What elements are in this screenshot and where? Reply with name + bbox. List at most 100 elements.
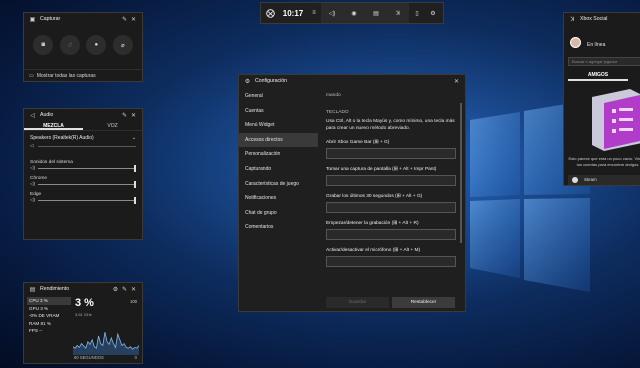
xbox-social-icon: ꓘ bbox=[570, 16, 575, 23]
nav-item[interactable]: General bbox=[239, 89, 318, 104]
settings-icon: ⚙ bbox=[244, 78, 251, 85]
performance-widget: ▤ Rendimiento ⚙ ✎ ✕ CPU 3 % GPU 3 % -0% … bbox=[23, 282, 143, 364]
speaker-icon: ◁) bbox=[30, 197, 35, 202]
gallery-icon[interactable]: ▯ bbox=[409, 3, 425, 23]
graph-max: 100 bbox=[130, 299, 137, 304]
shortcut-input[interactable] bbox=[326, 229, 456, 240]
tab-friends[interactable]: AMIGOS bbox=[568, 71, 628, 81]
slider-thumb[interactable] bbox=[134, 180, 136, 188]
steam-icon bbox=[572, 177, 578, 183]
pin-icon[interactable]: ✎ bbox=[120, 286, 129, 293]
close-icon[interactable]: ✕ bbox=[452, 78, 461, 85]
shortcut-input[interactable] bbox=[326, 175, 456, 186]
xbox-social-icon[interactable]: ꓘ bbox=[387, 3, 409, 23]
avatar[interactable] bbox=[570, 37, 581, 48]
settings-nav: General Cuentas Menú Widget Accesos dire… bbox=[239, 89, 318, 235]
nav-item[interactable]: Notificaciones bbox=[239, 191, 318, 206]
performance-titlebar: ▤ Rendimiento ⚙ ✎ ✕ bbox=[24, 283, 142, 295]
performance-icon: ▤ bbox=[29, 286, 36, 293]
start-recording-button[interactable]: ● bbox=[86, 35, 107, 55]
settings-window: ⚙ Configuración ✕ General Cuentas Menú W… bbox=[238, 74, 466, 312]
pin-icon[interactable]: ✎ bbox=[120, 112, 129, 119]
microphone-button[interactable]: ⌀ bbox=[112, 35, 133, 55]
performance-title: Rendimiento bbox=[40, 286, 70, 292]
shortcut-label: Empezar/detener la grabación (⊞ + Alt + … bbox=[326, 221, 419, 226]
close-icon[interactable]: ✕ bbox=[129, 286, 138, 293]
shortcut-input[interactable] bbox=[326, 202, 456, 213]
shortcut-label: Abrir Xbox Game Bar (⊞ + G) bbox=[326, 140, 390, 145]
settings-icon[interactable]: ⚙ bbox=[111, 286, 120, 293]
nav-item[interactable]: Chat de grupo bbox=[239, 206, 318, 221]
settings-titlebar: ⚙ Configuración ✕ bbox=[239, 75, 465, 87]
reset-button[interactable]: Restablecer bbox=[392, 297, 455, 308]
show-all-captures-link[interactable]: ▭ Mostrar todas las capturas bbox=[24, 69, 142, 81]
nav-item[interactable]: Accesos directos bbox=[239, 132, 318, 148]
stat-fps[interactable]: FPS -- bbox=[27, 327, 71, 335]
capture-icon[interactable]: ◉ bbox=[343, 3, 365, 23]
game-bar: 10:17 ≡ ◁) ◉ ▤ ꓘ ▯ ⚙ bbox=[260, 2, 444, 24]
capture-title: Capturar bbox=[40, 16, 61, 22]
stat-gpu[interactable]: GPU 3 % bbox=[27, 305, 71, 313]
social-titlebar: ꓘ Xbox Social bbox=[564, 13, 640, 25]
tab-mix[interactable]: MEZCLA bbox=[24, 121, 83, 130]
stat-cpu[interactable]: CPU 3 % bbox=[27, 297, 71, 305]
empty-state-illustration bbox=[592, 89, 640, 151]
scrollbar[interactable] bbox=[460, 103, 462, 243]
settings-icon[interactable]: ⚙ bbox=[425, 3, 441, 23]
nav-item[interactable]: Menú Widget bbox=[239, 118, 318, 133]
source-volume-slider[interactable]: ◁) bbox=[30, 164, 136, 172]
online-status[interactable]: En línea bbox=[587, 42, 605, 48]
speaker-icon: ◁ bbox=[30, 143, 34, 148]
link-steam-button[interactable]: Steam bbox=[568, 175, 640, 185]
cut-off-text: mando bbox=[326, 93, 341, 98]
menu-icon[interactable]: ≡ bbox=[307, 3, 321, 23]
output-device-label: Speakers (Realtek(R) Audio) bbox=[30, 135, 94, 141]
source-volume-slider[interactable]: ◁) bbox=[30, 180, 136, 188]
nav-item[interactable]: Comentarios bbox=[239, 220, 318, 235]
shortcut-label: Tomar una captura de pantalla (⊞ + Alt +… bbox=[326, 167, 437, 172]
empty-state-text: Esto parece que está un poco vacío. Vinc… bbox=[568, 156, 640, 167]
microphone-off-icon: ⌀ bbox=[120, 42, 125, 49]
capture-widget: ▣ Capturar ✎ ✕ ◙ ↺ ● ⌀ ▭ Mostrar todas l… bbox=[23, 12, 143, 82]
save-button[interactable]: Guardar bbox=[326, 297, 389, 308]
stat-vram[interactable]: -0% DE VRAM bbox=[27, 312, 71, 320]
settings-title: Configuración bbox=[255, 78, 288, 84]
search-input[interactable]: Buscar o agregar jugador bbox=[568, 57, 640, 66]
stat-ram[interactable]: RAM 81 % bbox=[27, 320, 71, 328]
pin-icon[interactable]: ✎ bbox=[120, 16, 129, 23]
shortcut-input[interactable] bbox=[326, 148, 456, 159]
record-icon: ● bbox=[94, 42, 99, 48]
close-icon[interactable]: ✕ bbox=[129, 16, 138, 23]
section-description: Usa Ctrl, Alt o la tecla Mayús y, como m… bbox=[326, 119, 455, 131]
performance-icon[interactable]: ▤ bbox=[365, 3, 387, 23]
gallery-icon: ▭ bbox=[29, 72, 34, 79]
clock: 10:17 bbox=[282, 8, 304, 18]
slider-thumb[interactable] bbox=[134, 196, 136, 204]
nav-item[interactable]: Cuentas bbox=[239, 104, 318, 119]
shortcut-label: Grabar los últimos 30 segundos (⊞ + Alt … bbox=[326, 194, 423, 199]
audio-titlebar: ◁ Audio ✎ ✕ bbox=[24, 109, 142, 121]
nav-item[interactable]: Características de juego bbox=[239, 177, 318, 192]
screenshot-button[interactable]: ◙ bbox=[33, 35, 54, 55]
nav-item[interactable]: Capturando bbox=[239, 162, 318, 177]
chevron-down-icon: ⌄ bbox=[131, 135, 136, 141]
capture-titlebar: ▣ Capturar ✎ ✕ bbox=[24, 13, 142, 25]
nav-item[interactable]: Personalización bbox=[239, 147, 318, 162]
output-device-select[interactable]: Speakers (Realtek(R) Audio) ⌄ bbox=[24, 131, 142, 141]
camera-icon: ▣ bbox=[29, 16, 36, 23]
audio-widget: ◁ Audio ✎ ✕ MEZCLA VOZ Speakers (Realtek… bbox=[23, 108, 143, 240]
master-volume-slider[interactable]: ◁ bbox=[30, 143, 136, 149]
source-volume-slider[interactable]: ◁) bbox=[30, 196, 136, 204]
show-all-captures-label: Mostrar todas las capturas bbox=[36, 72, 96, 79]
audio-icon[interactable]: ◁) bbox=[321, 3, 343, 23]
audio-title: Audio bbox=[40, 112, 54, 118]
xbox-icon[interactable] bbox=[261, 3, 279, 23]
settings-content: mando TECLADO Usa Ctrl, Alt o la tecla M… bbox=[326, 89, 460, 309]
xbox-social-widget: ꓘ Xbox Social En línea Buscar o agregar … bbox=[563, 12, 640, 186]
tab-voice[interactable]: VOZ bbox=[83, 121, 142, 130]
slider-thumb[interactable] bbox=[134, 164, 136, 172]
shortcut-input[interactable] bbox=[326, 256, 456, 267]
record-last-button[interactable]: ↺ bbox=[59, 35, 80, 55]
close-icon[interactable]: ✕ bbox=[129, 112, 138, 119]
cpu-graph bbox=[73, 332, 139, 355]
